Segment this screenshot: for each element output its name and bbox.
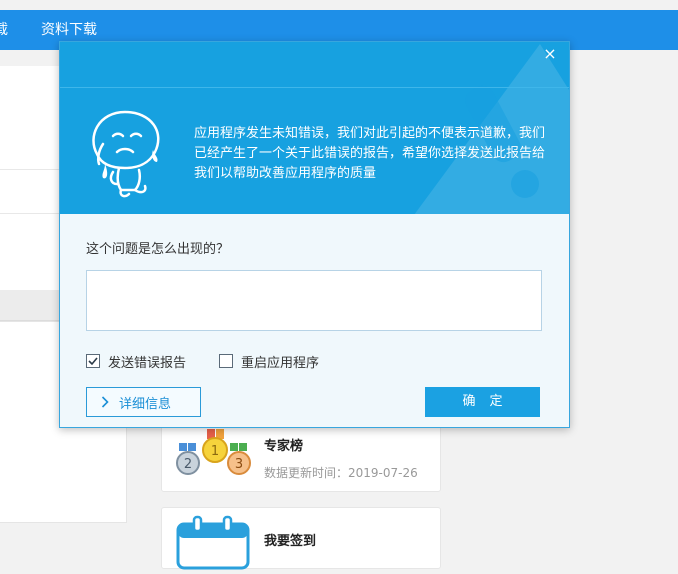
calendar-icon: [174, 514, 254, 570]
dialog-header: × 应用程序发生未知错误，我们对此引起的不便表示道歉，我们已经产生了一个关于此错…: [60, 42, 569, 214]
experts-card[interactable]: 2 1 3 专家榜 数据更新时间：2019-07-26: [161, 420, 441, 492]
ok-button[interactable]: 确定: [425, 387, 540, 417]
header-divider: [60, 87, 569, 88]
restart-app-label: 重启应用程序: [241, 355, 320, 371]
checkbox-checked-icon[interactable]: [86, 354, 100, 368]
crying-mascot-icon: [92, 110, 160, 198]
error-report-dialog: × 应用程序发生未知错误，我们对此引起的不便表示道歉，我们已经产生了一个关于此错…: [59, 41, 570, 428]
experts-updated-time: 数据更新时间：2019-07-26: [264, 466, 418, 480]
medals-icon: 2 1 3: [174, 427, 254, 487]
medal-number: 2: [184, 457, 192, 472]
medal-number: 1: [211, 444, 219, 459]
problem-description-input[interactable]: [86, 270, 542, 331]
error-message: 应用程序发生未知错误，我们对此引起的不便表示道歉，我们已经产生了一个关于此错误的…: [194, 126, 546, 181]
question-label: 这个问题是怎么出现的？: [86, 242, 230, 257]
details-button[interactable]: 详细信息: [86, 387, 201, 417]
checkin-card[interactable]: 我要签到: [161, 507, 441, 570]
experts-title: 专家榜: [264, 439, 304, 454]
chevron-right-icon: [101, 396, 109, 408]
restart-app-checkbox[interactable]: 重启应用程序: [219, 353, 320, 371]
send-report-checkbox[interactable]: 发送错误报告: [86, 353, 187, 371]
medal-number: 3: [235, 457, 243, 472]
details-button-label: 详细信息: [119, 396, 172, 412]
send-report-label: 发送错误报告: [108, 355, 187, 371]
nav-item-partial[interactable]: 载: [0, 10, 8, 50]
checkin-title: 我要签到: [264, 534, 317, 549]
close-button[interactable]: ×: [541, 45, 559, 63]
checkbox-unchecked-icon[interactable]: [219, 354, 233, 368]
